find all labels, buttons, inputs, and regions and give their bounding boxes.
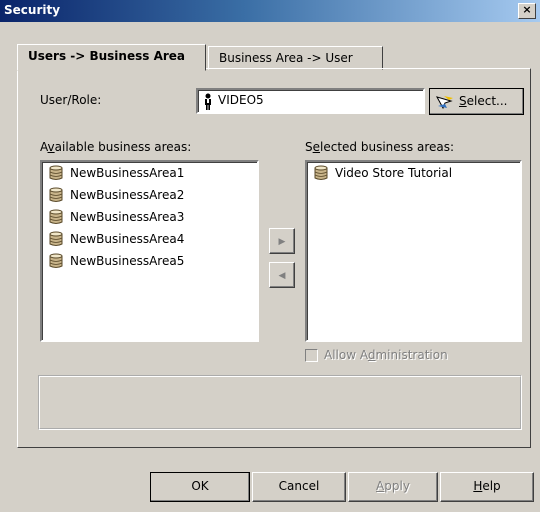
- description-box: [38, 375, 522, 430]
- allow-administration-checkbox[interactable]: Allow Administration: [305, 348, 448, 362]
- apply-button[interactable]: Apply: [348, 472, 438, 502]
- list-item-label: NewBusinessArea5: [70, 254, 185, 268]
- ok-button[interactable]: OK: [150, 472, 250, 502]
- apply-label: Apply: [376, 479, 410, 493]
- available-label: Available business areas:: [40, 140, 192, 154]
- cancel-button[interactable]: Cancel: [252, 472, 346, 502]
- list-item[interactable]: Video Store Tutorial: [307, 162, 520, 184]
- list-item-label: Video Store Tutorial: [335, 166, 453, 180]
- title-bar[interactable]: Security ×: [0, 0, 540, 22]
- list-item-label: NewBusinessArea1: [70, 166, 185, 180]
- close-icon: ×: [522, 3, 532, 16]
- add-button[interactable]: ▶: [269, 228, 295, 254]
- selected-list[interactable]: Video Store Tutorial: [305, 160, 522, 342]
- tab-business-area-to-user[interactable]: Business Area -> User: [208, 46, 383, 70]
- list-item[interactable]: NewBusinessArea5: [42, 250, 257, 272]
- database-icon: [49, 253, 63, 268]
- list-item[interactable]: NewBusinessArea1: [42, 162, 257, 184]
- database-icon: [314, 165, 328, 180]
- database-icon: [49, 165, 63, 180]
- arrow-right-icon: ▶: [278, 237, 286, 247]
- available-list[interactable]: NewBusinessArea1 NewBusinessArea2 NewBusin…: [40, 160, 259, 342]
- user-icon: [205, 93, 211, 110]
- tab-label: Users -> Business Area: [28, 49, 186, 63]
- user-role-label: User/Role:: [40, 93, 102, 107]
- checkbox-box[interactable]: [305, 349, 318, 362]
- list-item[interactable]: NewBusinessArea2: [42, 184, 257, 206]
- user-role-field[interactable]: VIDEO5: [196, 88, 425, 114]
- cancel-label: Cancel: [278, 479, 320, 493]
- tab-label: Business Area -> User: [219, 51, 353, 65]
- user-role-value: VIDEO5: [218, 93, 264, 107]
- help-button[interactable]: Help: [440, 472, 534, 502]
- database-icon: [49, 209, 63, 224]
- list-item-label: NewBusinessArea4: [70, 232, 185, 246]
- allow-administration-label: Allow Administration: [324, 348, 448, 362]
- selected-label: Selected business areas:: [305, 140, 455, 154]
- list-item-label: NewBusinessArea3: [70, 210, 185, 224]
- select-button[interactable]: Select...: [429, 88, 524, 115]
- list-item[interactable]: NewBusinessArea4: [42, 228, 257, 250]
- help-label: Help: [473, 479, 501, 493]
- ok-label: OK: [191, 479, 209, 493]
- database-icon: [49, 187, 63, 202]
- list-item[interactable]: NewBusinessArea3: [42, 206, 257, 228]
- remove-button[interactable]: ◀: [269, 262, 295, 288]
- select-button-label: Select...: [459, 94, 508, 108]
- tab-users-to-business-area[interactable]: Users -> Business Area: [17, 44, 206, 71]
- list-item-label: NewBusinessArea2: [70, 188, 185, 202]
- arrow-left-icon: ◀: [278, 271, 286, 281]
- window-title: Security: [4, 3, 61, 17]
- database-icon: [49, 231, 63, 246]
- select-arrow-icon: [435, 96, 453, 110]
- close-button[interactable]: ×: [518, 3, 536, 19]
